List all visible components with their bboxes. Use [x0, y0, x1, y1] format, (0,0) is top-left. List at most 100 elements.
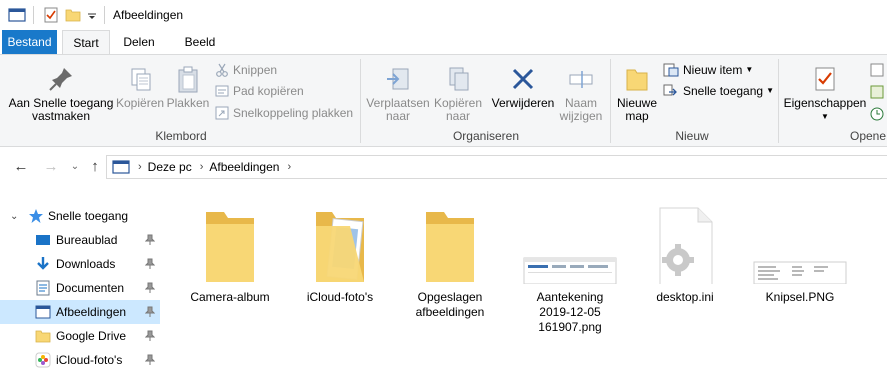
forward-arrow-icon[interactable]: → — [42, 158, 60, 176]
sidebar-item-label: Bureaublad — [56, 233, 118, 247]
recent-locations-chevron-icon[interactable]: ⌄ — [66, 158, 84, 176]
paste-shortcut-icon — [215, 106, 229, 120]
navigation-pane: ⌄ Snelle toegang Bureaublad Downloads Do… — [0, 200, 160, 370]
easy-access-label: Snelle toegang — [683, 84, 764, 98]
pin-icon[interactable] — [145, 354, 155, 366]
breadcrumb-chevron-icon[interactable]: › — [138, 161, 142, 173]
breadcrumb-chevron-icon[interactable]: › — [200, 161, 204, 173]
new-item-button[interactable]: Nieuw item ▼ — [663, 61, 753, 79]
file-name: Knipsel.PNG — [765, 290, 835, 304]
folder-with-content-icon — [316, 212, 364, 282]
group-separator — [778, 59, 779, 143]
address-bar[interactable]: › Deze pc › Afbeeldingen › — [106, 155, 887, 179]
copy-path-button[interactable]: Pad kopiëren — [215, 82, 304, 100]
sidebar-item-pictures[interactable]: Afbeeldingen — [0, 300, 160, 324]
copy-path-icon — [215, 85, 229, 97]
sidebar-item-downloads[interactable]: Downloads — [0, 252, 160, 276]
easy-access-button[interactable]: Snelle toegang ▼ — [663, 82, 774, 100]
explorer-window-icon[interactable] — [8, 6, 26, 24]
expand-chevron-icon[interactable]: ⌄ — [10, 211, 18, 222]
scissors-icon — [216, 63, 228, 77]
quick-access-node[interactable]: ⌄ Snelle toegang — [0, 204, 160, 228]
file-item-screenshot-png[interactable]: Aantekening 2019-12-05 161907.png — [520, 204, 620, 335]
breadcrumb-pictures[interactable]: Afbeeldingen — [209, 160, 279, 174]
copy-button[interactable]: Kopiëren — [116, 65, 164, 110]
group-label-clipboard: Klembord — [155, 129, 207, 143]
pin-icon[interactable] — [145, 258, 155, 270]
download-icon — [37, 257, 49, 270]
copy-icon — [131, 68, 151, 91]
pin-to-quick-access-button[interactable]: Aan Snelle toegang vastmaken — [6, 65, 116, 123]
clipboard-icon — [178, 66, 198, 93]
delete-button[interactable]: Verwijderen — [489, 65, 557, 110]
properties-quick-icon[interactable] — [42, 6, 60, 24]
tab-view[interactable]: Beeld — [170, 30, 230, 54]
sidebar-item-google-drive[interactable]: Google Drive — [0, 324, 160, 348]
delete-label: Verwijderen — [491, 96, 555, 110]
file-name: iCloud-foto's — [306, 290, 374, 304]
file-item-knipsel-png[interactable]: Knipsel.PNG — [750, 204, 850, 305]
pin-icon[interactable] — [145, 282, 155, 294]
sidebar-item-desktop[interactable]: Bureaublad — [0, 228, 160, 252]
folder-icon — [426, 212, 474, 282]
sidebar-item-documents[interactable]: Documenten — [0, 276, 160, 300]
new-folder-quick-icon[interactable] — [64, 6, 82, 24]
history-icon[interactable] — [870, 107, 884, 121]
file-name: desktop.ini — [656, 290, 714, 304]
cut-button[interactable]: Knippen — [215, 61, 277, 79]
copy-to-button[interactable]: Kopiëren naar — [431, 65, 485, 123]
file-item-desktop-ini[interactable]: desktop.ini — [635, 204, 735, 305]
pin-icon — [49, 68, 72, 91]
sidebar-item-label: Afbeeldingen — [56, 305, 127, 319]
navigation-bar: ← → ⌄ ↑ › Deze pc › Afbeeldingen › — [0, 148, 887, 186]
group-separator — [360, 59, 361, 143]
tab-start[interactable]: Start — [62, 30, 110, 55]
file-name-line2: afbeeldingen — [415, 305, 485, 319]
breadcrumb-chevron-icon[interactable]: › — [287, 161, 291, 173]
new-folder-label-line2: map — [625, 109, 649, 123]
open-icon[interactable] — [870, 63, 884, 77]
copy-label: Kopiëren — [116, 96, 165, 110]
tab-file[interactable]: Bestand — [2, 30, 57, 54]
file-name: Camera-album — [190, 290, 270, 304]
copy-to-icon — [449, 67, 469, 91]
file-name-line3: 161907.png — [538, 320, 602, 334]
easy-access-dropdown-icon: ▼ — [766, 86, 774, 95]
file-item-camera-album[interactable]: Camera-album — [180, 204, 280, 305]
rename-button[interactable]: Naam wijzigen — [557, 65, 605, 123]
cut-label: Knippen — [233, 63, 278, 77]
pin-label-line2: vastmaken — [31, 109, 91, 123]
back-arrow-icon[interactable]: ← — [12, 158, 30, 176]
new-folder-button[interactable]: Nieuwe map — [614, 65, 660, 123]
file-item-saved-pictures[interactable]: Opgeslagen afbeeldingen — [400, 204, 500, 320]
folder-icon — [35, 330, 51, 343]
properties-label: Eigenschappen — [783, 96, 867, 110]
title-bar: Afbeeldingen — [0, 0, 887, 30]
file-item-icloud-photos[interactable]: iCloud-foto's — [290, 204, 390, 305]
easy-access-icon — [663, 84, 677, 96]
pin-icon[interactable] — [145, 306, 155, 318]
sidebar-item-label: Downloads — [56, 257, 116, 271]
edit-icon[interactable] — [870, 85, 884, 99]
breadcrumb-this-pc[interactable]: Deze pc — [148, 160, 192, 174]
window-title: Afbeeldingen — [113, 8, 184, 22]
quick-access-label: Snelle toegang — [48, 209, 129, 223]
up-arrow-icon[interactable]: ↑ — [86, 158, 104, 176]
group-label-organize: Organiseren — [452, 129, 520, 143]
pin-icon[interactable] — [145, 330, 155, 342]
paste-shortcut-button[interactable]: Snelkoppeling plakken — [215, 104, 353, 122]
sidebar-item-icloud-photos[interactable]: iCloud-foto's — [0, 348, 160, 370]
paste-button[interactable]: Plakken — [165, 65, 211, 110]
move-to-button[interactable]: Verplaatsen naar — [364, 65, 432, 123]
customize-quick-access-icon[interactable] — [86, 6, 98, 24]
tab-share[interactable]: Delen — [114, 30, 164, 54]
properties-button[interactable]: Eigenschappen ▼ — [782, 65, 868, 123]
image-thumbnail-icon — [523, 257, 617, 284]
rename-icon — [569, 71, 593, 88]
new-item-icon — [663, 63, 679, 77]
group-label-open: Opene — [850, 129, 887, 143]
sidebar-item-label: iCloud-foto's — [56, 353, 123, 367]
paste-label: Plakken — [166, 96, 210, 110]
pin-icon[interactable] — [145, 234, 155, 246]
ribbon: Aan Snelle toegang vastmaken Kopiëren Pl… — [0, 54, 887, 147]
